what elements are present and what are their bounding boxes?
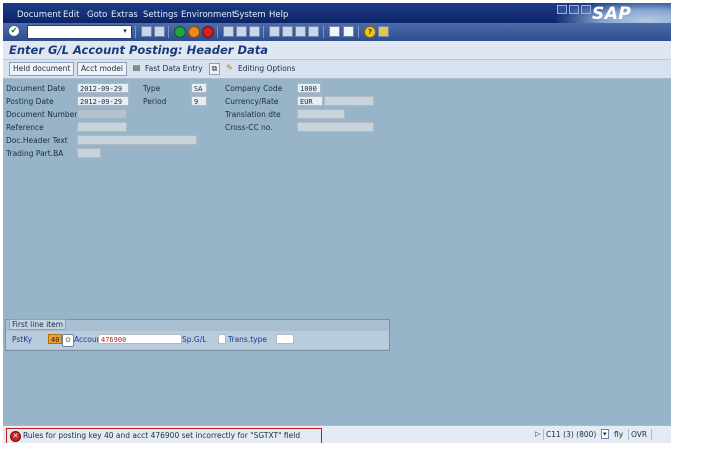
first-page-icon[interactable] [269, 26, 280, 37]
first-line-item-row: PstKy 40 ⊙ Account 476900 Sp.G/L Trans.t… [6, 331, 389, 349]
menu-help[interactable]: Help [269, 10, 288, 20]
print-icon[interactable] [223, 26, 234, 37]
help-icon[interactable]: ? [364, 26, 376, 38]
command-field[interactable] [27, 25, 132, 39]
sap-window: Document Edit Goto Extras Settings Envir… [3, 3, 671, 443]
exchange-rate-field[interactable] [324, 96, 374, 106]
status-message[interactable]: ✕ Rules for posting key 40 and acct 4769… [6, 428, 322, 443]
save-disabled-icon [154, 26, 165, 37]
period-label: Period [143, 97, 167, 106]
status-expand-icon[interactable]: ▷ [535, 430, 540, 438]
fast-data-entry-button[interactable]: Fast Data Entry [145, 63, 203, 74]
find-next-icon[interactable] [249, 26, 260, 37]
status-message-text: Rules for posting key 40 and acct 476900… [23, 431, 301, 440]
menu-settings[interactable]: Settings [143, 10, 178, 20]
sp-gl-field[interactable] [218, 334, 226, 344]
pstky-label: PstKy [12, 335, 33, 344]
period-field[interactable]: 9 [191, 96, 207, 106]
trans-type-label: Trans.type [228, 335, 267, 344]
first-line-item-title: First line item [9, 319, 67, 330]
insert-mode: OVR [631, 430, 648, 439]
currency-field[interactable]: EUR [297, 96, 323, 106]
system-info[interactable]: C11 (3) (800) [546, 430, 596, 439]
held-document-button[interactable]: Held document [9, 62, 75, 76]
enter-icon[interactable]: ✔ [9, 26, 19, 36]
prev-page-icon[interactable] [282, 26, 293, 37]
page-title: Enter G/L Account Posting: Header Data [9, 43, 269, 57]
exit-icon[interactable] [188, 26, 200, 38]
error-icon: ✕ [10, 431, 21, 442]
posting-date-label: Posting Date [6, 97, 54, 106]
company-code-label: Company Code [225, 84, 283, 93]
account-field[interactable]: 476900 [98, 334, 182, 344]
save-icon[interactable] [141, 26, 152, 37]
document-number-field [77, 109, 127, 119]
acct-model-button[interactable]: Acct model [77, 62, 127, 76]
posting-date-field[interactable]: 2012-09-29 [77, 96, 129, 106]
document-number-label: Document Number [6, 110, 78, 119]
menu-extras[interactable]: Extras [111, 10, 138, 20]
reference-field[interactable] [77, 122, 127, 132]
copy-icon[interactable]: ⧉ [209, 63, 220, 75]
trans-type-field[interactable] [276, 334, 294, 344]
editing-options-button[interactable]: Editing Options [238, 63, 295, 74]
menu-system[interactable]: System [234, 10, 266, 20]
cross-cc-field[interactable] [297, 122, 374, 132]
next-page-icon[interactable] [295, 26, 306, 37]
application-toolbar: Held document Acct model ▤ Fast Data Ent… [3, 60, 671, 79]
currency-rate-label: Currency/Rate [225, 97, 279, 106]
menu-goto[interactable]: Goto [87, 10, 107, 20]
menu-document[interactable]: Document [17, 10, 61, 20]
server-name: fly [614, 430, 624, 439]
search-help-icon[interactable]: ⊙ [62, 334, 74, 347]
status-bar: ✕ Rules for posting key 40 and acct 4769… [3, 425, 671, 443]
document-date-label: Document Date [6, 84, 66, 93]
menu-edit[interactable]: Edit [63, 10, 79, 20]
new-session-icon[interactable] [329, 26, 340, 37]
sp-gl-label: Sp.G/L [182, 335, 207, 344]
trading-part-label: Trading Part.BA [6, 149, 64, 158]
back-icon[interactable] [174, 26, 186, 38]
cross-cc-label: Cross-CC no. [225, 123, 273, 132]
translation-date-field[interactable] [297, 109, 345, 119]
title-bar: Enter G/L Account Posting: Header Data [3, 41, 671, 60]
cancel-icon[interactable] [202, 26, 214, 38]
document-date-field[interactable]: 2012-09-29 [77, 83, 129, 93]
shortcut-icon[interactable] [343, 26, 354, 37]
menu-environment[interactable]: Environment [181, 10, 235, 20]
server-dropdown-icon[interactable]: ▾ [601, 429, 609, 439]
system-toolbar: ✔ ▾ ? [3, 23, 671, 41]
doc-header-text-label: Doc.Header Text [6, 136, 68, 145]
pstky-field[interactable]: 40 [48, 334, 62, 344]
customize-layout-icon[interactable] [378, 26, 389, 37]
editing-options-icon[interactable]: ✎ [225, 63, 234, 73]
company-code-field[interactable]: 1000 [297, 83, 321, 93]
last-page-icon[interactable] [308, 26, 319, 37]
type-field[interactable]: SA [191, 83, 207, 93]
command-history-icon[interactable]: ▾ [120, 26, 130, 36]
first-line-item-group: First line item PstKy 40 ⊙ Account 47690… [5, 319, 390, 351]
fast-data-entry-icon[interactable]: ▤ [132, 63, 141, 73]
doc-header-text-field[interactable] [77, 135, 197, 145]
reference-label: Reference [6, 123, 44, 132]
type-label: Type [143, 84, 161, 93]
sap-logo: SAP [592, 4, 632, 24]
trading-part-field[interactable] [77, 148, 101, 158]
translation-date-label: Translation dte [225, 110, 281, 119]
find-icon[interactable] [236, 26, 247, 37]
